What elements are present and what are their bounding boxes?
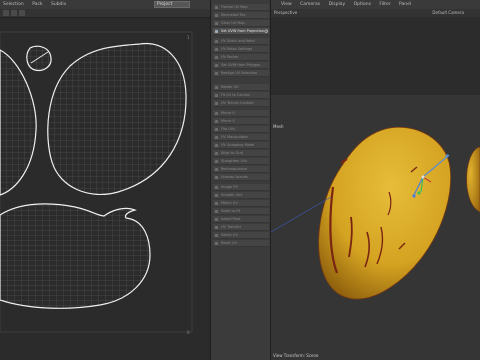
command-item[interactable]: Fit UV to Canvas	[213, 92, 269, 99]
command-item-set-uvw-from-projection[interactable]: Set UVW from Projection	[213, 28, 269, 35]
command-item[interactable]: Rectangularize	[213, 166, 269, 173]
command-item[interactable]: UV Relax Settings	[213, 46, 269, 53]
command-item[interactable]: Mirror V	[213, 118, 269, 125]
command-item[interactable]: Match UV	[213, 200, 269, 207]
viewport-menu-options[interactable]: Options	[354, 2, 371, 7]
command-item[interactable]: Smooth UVs	[213, 192, 269, 199]
uv-menu-subdiv[interactable]: Subdiv	[51, 2, 66, 7]
uv-toolbar	[0, 9, 210, 18]
command-item[interactable]: UV Packer	[213, 54, 269, 61]
viewport-menu-display[interactable]: Display	[329, 2, 346, 7]
uv-island-small	[26, 45, 52, 72]
uv-menu-pack[interactable]: Pack	[32, 2, 42, 7]
viewport-scene	[271, 17, 480, 360]
command-item[interactable]: Frontal UV Map	[213, 4, 269, 11]
command-item[interactable]: Mirror U	[213, 110, 269, 117]
command-item[interactable]: Align to Grid	[213, 150, 269, 157]
tool-icon[interactable]	[19, 10, 25, 16]
command-panel: Frontal UV Map Normalize Tex Clear UV Ma…	[210, 0, 271, 360]
uv-island-leaf	[47, 42, 187, 196]
uv-island-left	[0, 49, 37, 196]
viewport-menubar: View Cameras Display Options Filter Pane…	[271, 0, 480, 9]
command-item[interactable]: Image Fill	[213, 184, 269, 191]
uv-island-bottom	[0, 203, 151, 309]
command-item[interactable]: Select UV	[213, 232, 269, 239]
command-item[interactable]: UV Stitch and Weld	[213, 38, 269, 45]
uv-context-dropdown[interactable]: Project	[154, 1, 190, 8]
view-label: Perspective	[274, 10, 298, 15]
command-item[interactable]: Normalize Tex	[213, 12, 269, 19]
command-item[interactable]: Unwrap Islands	[213, 174, 269, 181]
command-item[interactable]: Reset UV	[213, 240, 269, 247]
viewport-menu-view[interactable]: View	[281, 2, 292, 7]
command-item[interactable]: Realign UV Selection	[213, 70, 269, 77]
command-item[interactable]: UV Transfer	[213, 224, 269, 231]
command-item[interactable]: Scale to Fit	[213, 208, 269, 215]
tool-icon[interactable]	[3, 10, 9, 16]
viewport-header: Perspective Default Camera	[271, 9, 480, 17]
camera-label[interactable]: Default Camera	[432, 9, 464, 17]
uv-islands: 1 0	[0, 31, 193, 335]
command-item[interactable]: Rotate UV	[213, 84, 269, 91]
command-item[interactable]: Set UVW from Polygon	[213, 62, 269, 69]
tool-icon[interactable]	[11, 10, 17, 16]
viewport-menu-cameras[interactable]: Cameras	[300, 2, 320, 7]
command-item[interactable]: Island Pack	[213, 216, 269, 223]
3d-viewport[interactable]	[271, 17, 480, 360]
svg-text:1: 1	[187, 35, 190, 40]
viewport-menu-panel[interactable]: Panel	[399, 2, 411, 7]
command-item[interactable]: Clear UV Map	[213, 20, 269, 27]
viewport-status: View Transform: Scene	[273, 353, 319, 358]
uv-menu-selection[interactable]: Selection	[3, 2, 24, 7]
viewport-menu-filter[interactable]: Filter	[379, 2, 390, 7]
command-item[interactable]: UV Snapping Mode	[213, 142, 269, 149]
uv-canvas[interactable]: 1 0	[0, 20, 210, 360]
command-item[interactable]: Straighten UVs	[213, 158, 269, 165]
command-item[interactable]: UV Terrain Context	[213, 100, 269, 107]
command-item[interactable]: UV Manipulator	[213, 134, 269, 141]
mesh-label: Mesh	[273, 124, 284, 129]
gear-icon[interactable]: ⚙	[264, 29, 268, 35]
command-item[interactable]: Flip UVs	[213, 126, 269, 133]
